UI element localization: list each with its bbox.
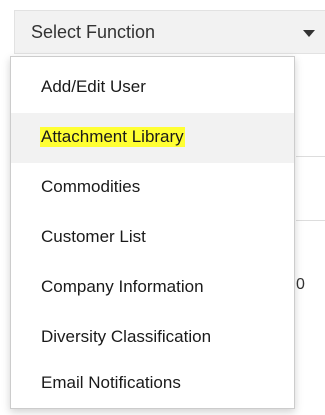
menu-item-commodities[interactable]: Commodities (11, 163, 294, 213)
menu-item-label: Diversity Classification (41, 327, 212, 346)
menu-item-customer-list[interactable]: Customer List (11, 213, 294, 263)
menu-item-label: Customer List (41, 227, 146, 246)
background-panel: 0 (296, 54, 325, 415)
background-divider (296, 156, 325, 157)
menu-item-email-notifications[interactable]: Email Notifications (11, 359, 294, 409)
menu-item-label: Add/Edit User (41, 77, 146, 96)
menu-item-label: Commodities (41, 177, 141, 196)
triangle-down-icon[interactable] (303, 30, 315, 37)
menu-item-label: Attachment Library (40, 127, 185, 147)
menu-item-label: Email Notifications (41, 373, 181, 392)
background-partial-text: 0 (296, 276, 305, 293)
menu-item-diversity-classification[interactable]: Diversity Classification (11, 313, 294, 363)
menu-item-label: Company Information (41, 277, 204, 296)
select-label: Select Function (31, 22, 156, 42)
menu-item-attachment-library[interactable]: Attachment Library (11, 113, 294, 163)
function-dropdown-menu: Add/Edit User Attachment Library Commodi… (10, 56, 295, 409)
function-select[interactable]: Select Function (14, 10, 325, 54)
menu-item-add-edit-user[interactable]: Add/Edit User (11, 63, 294, 113)
menu-item-company-information[interactable]: Company Information (11, 263, 294, 313)
background-divider (296, 220, 325, 221)
